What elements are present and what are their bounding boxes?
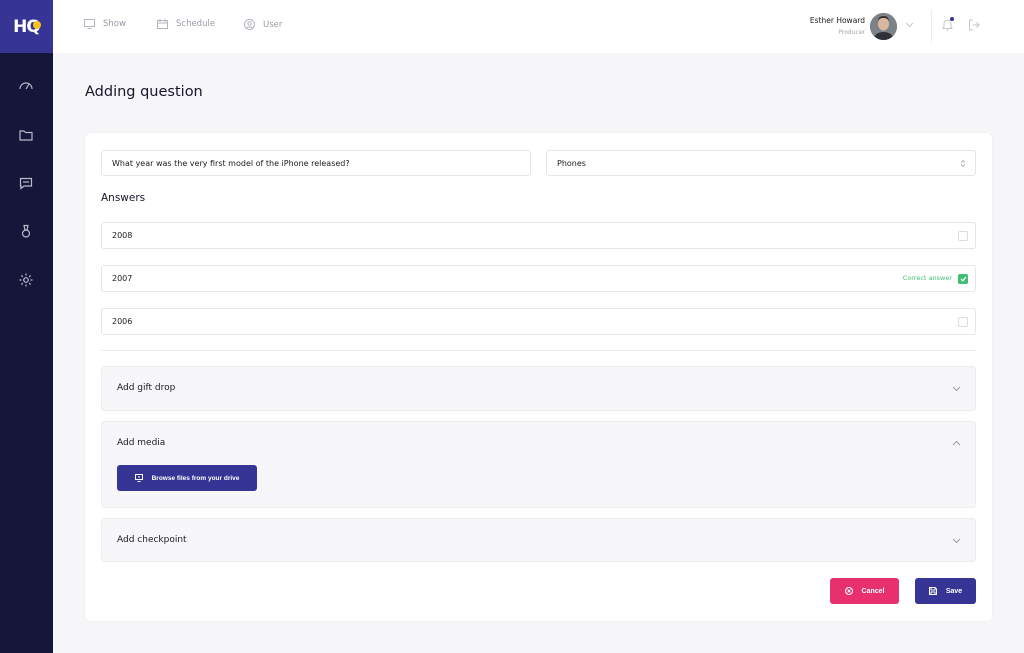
folder-icon <box>19 130 33 141</box>
gift-drop-section[interactable]: Add gift drop <box>101 366 976 411</box>
chevron-up-icon[interactable] <box>952 440 961 446</box>
monitor-icon <box>84 19 95 29</box>
gear-icon <box>19 273 33 287</box>
checkpoint-section[interactable]: Add checkpoint <box>101 518 976 562</box>
nav-user[interactable]: User <box>244 19 282 30</box>
sidebar-item-chat[interactable] <box>17 174 35 192</box>
question-input-value: What year was the very first model of th… <box>112 158 350 168</box>
answer-field[interactable]: 2006 <box>101 308 976 335</box>
user-name: Esther Howard <box>809 16 865 25</box>
chevron-down-icon <box>952 386 961 392</box>
save-label: Save <box>945 587 963 595</box>
question-input[interactable]: What year was the very first model of th… <box>101 150 531 176</box>
avatar-image <box>870 13 897 40</box>
nav-schedule-label: Schedule <box>176 19 216 29</box>
nav-show-label: Show <box>103 19 126 29</box>
check-icon <box>960 276 966 282</box>
notification-dot <box>950 17 954 21</box>
user-icon <box>244 19 255 30</box>
cancel-label: Cancel <box>861 587 885 595</box>
nav-user-label: User <box>263 19 283 30</box>
correct-answer-label: Correct answer <box>902 274 952 282</box>
nav-schedule[interactable]: Schedule <box>157 19 215 29</box>
question-form-card: What year was the very first model of th… <box>85 133 992 621</box>
logout-icon[interactable] <box>968 19 980 31</box>
correct-checkbox[interactable] <box>958 317 968 327</box>
trophy-icon <box>21 224 31 238</box>
answer-value: 2008 <box>112 231 133 240</box>
browse-files-label: Browse files from your drive <box>151 474 240 482</box>
answer-field[interactable]: 2008 <box>101 222 976 249</box>
sidebar-item-dashboard[interactable] <box>17 76 35 94</box>
gauge-icon <box>19 82 33 90</box>
answer-value: 2007 <box>112 274 133 283</box>
gift-drop-title: Add gift drop <box>117 383 176 393</box>
browse-files-button[interactable]: Browse files from your drive <box>117 465 257 491</box>
chat-icon <box>19 177 33 190</box>
sidebar-item-settings[interactable] <box>17 271 35 289</box>
category-select[interactable]: Phones <box>546 150 976 176</box>
correct-checkbox[interactable] <box>958 274 968 284</box>
select-arrows-icon <box>960 159 966 168</box>
page-title: Adding question <box>85 84 203 100</box>
save-icon <box>928 587 937 595</box>
media-title[interactable]: Add media <box>117 438 165 448</box>
section-divider <box>101 350 976 351</box>
nav-show[interactable]: Show <box>84 19 126 29</box>
sidebar-item-folders[interactable] <box>17 126 35 144</box>
chevron-down-icon[interactable] <box>905 22 914 28</box>
logo[interactable]: HQ <box>0 0 53 53</box>
sidebar-item-rewards[interactable] <box>17 222 35 240</box>
logo-dot <box>33 21 41 29</box>
avatar[interactable] <box>870 13 897 40</box>
checkpoint-title: Add checkpoint <box>117 535 187 545</box>
cancel-button[interactable]: Cancel <box>830 578 899 604</box>
correct-checkbox[interactable] <box>958 231 968 241</box>
calendar-icon <box>157 19 168 29</box>
answers-title: Answers <box>101 192 146 204</box>
answer-field[interactable]: 2007 Correct answer <box>101 265 976 292</box>
topbar-divider <box>931 10 932 43</box>
upload-icon <box>134 474 143 482</box>
cancel-icon <box>844 587 853 595</box>
media-section: Add media Browse files from your drive <box>101 421 976 508</box>
topbar: Show Schedule User Esther Howard Produce… <box>53 0 1024 53</box>
category-select-value: Phones <box>557 158 586 168</box>
sidebar: HQ <box>0 0 53 653</box>
user-role: Producer <box>838 29 865 36</box>
save-button[interactable]: Save <box>915 578 976 604</box>
chevron-down-icon <box>952 538 961 544</box>
answer-value: 2006 <box>112 317 133 326</box>
